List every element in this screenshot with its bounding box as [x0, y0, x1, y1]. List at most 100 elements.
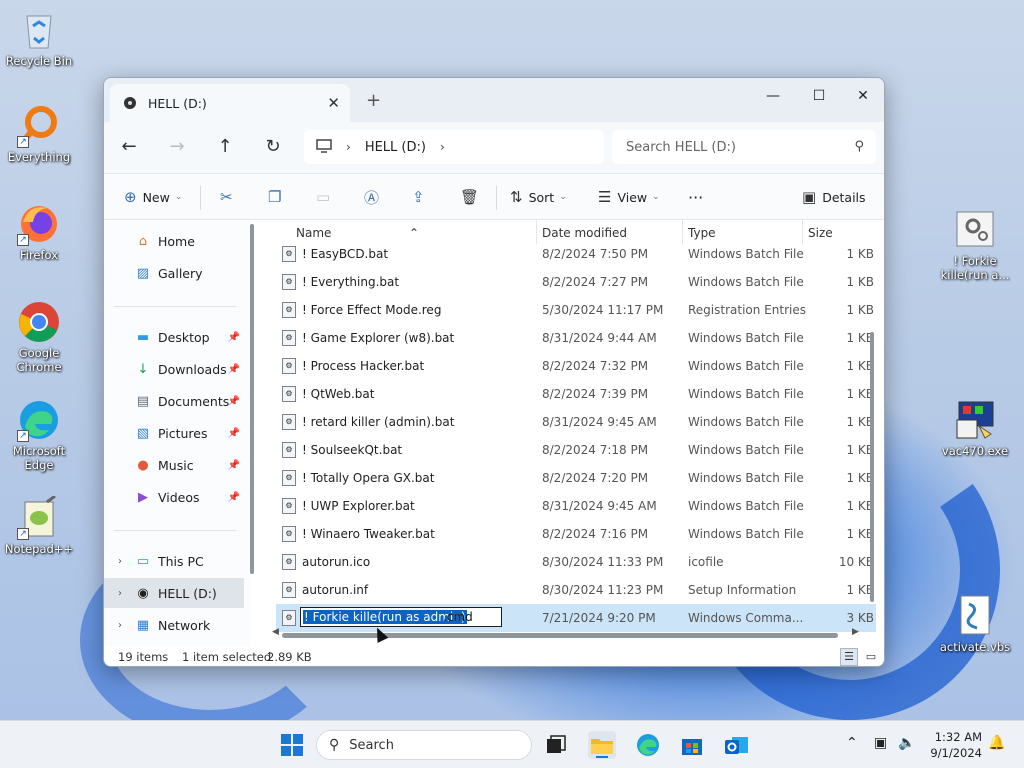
sidebar-item-hell-drive[interactable]: › ◉ HELL (D:) [104, 578, 244, 608]
horizontal-scrollbar[interactable]: ◀ ▶ [272, 627, 862, 640]
table-row[interactable]: ⚙ ! Everything.bat 8/2/2024 7:27 PM Windows… [276, 268, 876, 296]
desktop-icon-edge[interactable]: ↗ Microsoft Edge [1, 398, 77, 472]
scroll-right-icon[interactable]: ▶ [852, 627, 859, 637]
sidebar-item-downloads[interactable]: ↓ Downloads 📌 [104, 354, 244, 384]
forward-button[interactable]: → [162, 136, 192, 160]
pin-icon[interactable]: 📌 [228, 428, 240, 439]
chevron-right-icon[interactable]: › [118, 556, 122, 567]
explorer-body: ⌂ Home ▨ Gallery ▬ Desktop 📌 ↓ Downloads… [104, 220, 884, 646]
desktop-icon-vac470[interactable]: vac470.exe [937, 398, 1013, 458]
back-button[interactable]: ← [114, 136, 144, 160]
table-row[interactable]: ⚙ autorun.inf 8/30/2024 11:23 PM Setup Info… [276, 576, 876, 604]
table-row[interactable]: ⚙ ! retard killer (admin).bat 8/31/2024 9:… [276, 408, 876, 436]
scrollbar-thumb[interactable] [282, 633, 838, 638]
desktop-icon-firefox[interactable]: ↗ Firefox [1, 202, 77, 262]
file-date: 8/31/2024 9:44 AM [542, 331, 657, 345]
close-button[interactable]: ✕ [840, 82, 884, 112]
sidebar-item-this-pc[interactable]: › ▭ This PC [104, 546, 244, 576]
new-tab-button[interactable]: + [366, 90, 381, 111]
paste-button[interactable]: ▭ [316, 186, 336, 208]
file-icon: ⚙ [282, 302, 296, 318]
table-row[interactable]: ⚙ ! EasyBCD.bat 8/2/2024 7:50 PM Windows Ba… [276, 240, 876, 268]
table-row[interactable]: ⚙ ! Force Effect Mode.reg 5/30/2024 11:17 … [276, 296, 876, 324]
tab-hell-drive[interactable]: HELL (D:) ✕ [110, 84, 350, 122]
desktop-icon-chrome[interactable]: Google Chrome [1, 300, 77, 374]
edge-taskbar-button[interactable] [634, 731, 662, 759]
sidebar-item-desktop[interactable]: ▬ Desktop 📌 [104, 322, 244, 352]
sidebar-item-documents[interactable]: ▤ Documents 📌 [104, 386, 244, 416]
tab-close-icon[interactable]: ✕ [327, 94, 340, 112]
share-button[interactable]: ⇪ [412, 186, 431, 208]
address-bar[interactable]: › HELL (D:) › [304, 130, 604, 164]
table-row[interactable]: ⚙ ! Process Hacker.bat 8/2/2024 7:32 PM Win… [276, 352, 876, 380]
scroll-left-icon[interactable]: ◀ [272, 627, 279, 637]
table-row[interactable]: ⚙ ! Totally Opera GX.bat 8/2/2024 7:20 PM W… [276, 464, 876, 492]
start-button[interactable] [278, 731, 306, 759]
file-explorer-taskbar-button[interactable] [588, 731, 616, 759]
rename-input[interactable]: ! Forkie kille(run as admin) .cmd [300, 607, 502, 627]
up-button[interactable]: ↑ [210, 136, 240, 160]
chevron-right-icon[interactable]: › [346, 140, 351, 154]
vertical-scrollbar[interactable] [870, 332, 874, 602]
desktop-icon-forkie-cmd[interactable]: ! Forkie kille(run a... [937, 208, 1013, 282]
column-header-type[interactable]: Type [688, 226, 716, 240]
sidebar-item-network[interactable]: › ▦ Network [104, 610, 244, 640]
table-row-selected[interactable]: ⚙ ! Forkie kille(run as admin) .cmd 7/21… [276, 604, 876, 632]
clock[interactable]: 1:32 AM 9/1/2024 [918, 729, 982, 761]
details-pane-button[interactable]: ▣ Details [802, 186, 866, 208]
sidebar-item-music[interactable]: ● Music 📌 [104, 450, 244, 480]
column-header-name[interactable]: Name [296, 226, 331, 240]
more-options-button[interactable]: ··· [688, 186, 703, 208]
desktop-icon-activate-vbs[interactable]: activate.vbs [937, 594, 1013, 654]
table-row[interactable]: ⚙ ! Winaero Tweaker.bat 8/2/2024 7:16 PM Wi… [276, 520, 876, 548]
chevron-right-icon[interactable]: › [440, 140, 445, 154]
table-row[interactable]: ⚙ ! UWP Explorer.bat 8/31/2024 9:45 AM Wind… [276, 492, 876, 520]
rename-button[interactable]: Ⓐ [364, 186, 385, 208]
pin-icon[interactable]: 📌 [228, 460, 240, 471]
desktop-icon-recycle-bin[interactable]: Recycle Bin [1, 8, 77, 68]
navigation-pane: ⌂ Home ▨ Gallery ▬ Desktop 📌 ↓ Downloads… [104, 220, 250, 646]
outlook-taskbar-button[interactable] [722, 731, 750, 759]
pin-icon[interactable]: 📌 [228, 332, 240, 343]
copy-button[interactable]: ❐ [268, 186, 287, 208]
breadcrumb-segment[interactable]: HELL (D:) [365, 140, 426, 155]
view-button[interactable]: ☰ View ⌄ [598, 186, 660, 208]
pin-icon[interactable]: 📌 [228, 492, 240, 503]
details-view-button[interactable]: ☰ [840, 648, 858, 666]
desktop-icon-everything[interactable]: ↗ Everything [1, 104, 77, 164]
sidebar-item-videos[interactable]: ▶ Videos 📌 [104, 482, 244, 512]
pin-icon[interactable]: 📌 [228, 364, 240, 375]
volume-icon[interactable]: 🔈 [898, 735, 915, 751]
store-taskbar-button[interactable] [678, 731, 706, 759]
pin-icon[interactable]: 📌 [228, 396, 240, 407]
column-header-date[interactable]: Date modified [542, 226, 627, 240]
task-view-button[interactable] [542, 731, 570, 759]
tiles-view-button[interactable]: ▭ [862, 648, 880, 666]
desktop-icon-notepadpp[interactable]: ↗ Notepad++ [1, 494, 77, 556]
search-input[interactable]: Search HELL (D:) ⚲ [612, 130, 876, 164]
column-header-size[interactable]: Size [808, 226, 833, 240]
taskbar-search[interactable]: ⚲ Search [316, 730, 532, 760]
chevron-right-icon[interactable]: › [118, 588, 122, 599]
sidebar-item-gallery[interactable]: ▨ Gallery [104, 258, 244, 288]
minimize-button[interactable]: — [750, 82, 796, 112]
chevron-up-icon[interactable]: ⌃ [846, 735, 858, 751]
sidebar-scrollbar[interactable] [250, 224, 254, 574]
sort-button[interactable]: ⇅ Sort ⌄ [510, 186, 567, 208]
sidebar-item-pictures[interactable]: ▧ Pictures 📌 [104, 418, 244, 448]
table-row[interactable]: ⚙ ! SoulseekQt.bat 8/2/2024 7:18 PM Windows… [276, 436, 876, 464]
network-icon[interactable]: ▣ [874, 735, 887, 751]
cut-button[interactable]: ✂ [220, 186, 239, 208]
maximize-button[interactable]: ☐ [796, 82, 842, 112]
refresh-button[interactable]: ↻ [258, 136, 288, 160]
chevron-right-icon[interactable]: › [118, 620, 122, 631]
table-row[interactable]: ⚙ ! Game Explorer (w8).bat 8/31/2024 9:44 … [276, 324, 876, 352]
table-row[interactable]: ⚙ ! QtWeb.bat 8/2/2024 7:39 PM Windows Batc… [276, 380, 876, 408]
file-name: ! Process Hacker.bat [302, 359, 425, 373]
sidebar-item-home[interactable]: ⌂ Home [104, 226, 244, 256]
table-row[interactable]: ⚙ autorun.ico 8/30/2024 11:33 PM icofile 10 … [276, 548, 876, 576]
new-button[interactable]: ⊕ New ⌄ [124, 186, 182, 208]
notification-bell-icon[interactable]: 🔔 [988, 735, 1005, 751]
selection-count: 1 item selected [182, 650, 272, 664]
delete-button[interactable]: 🗑 [460, 186, 485, 208]
